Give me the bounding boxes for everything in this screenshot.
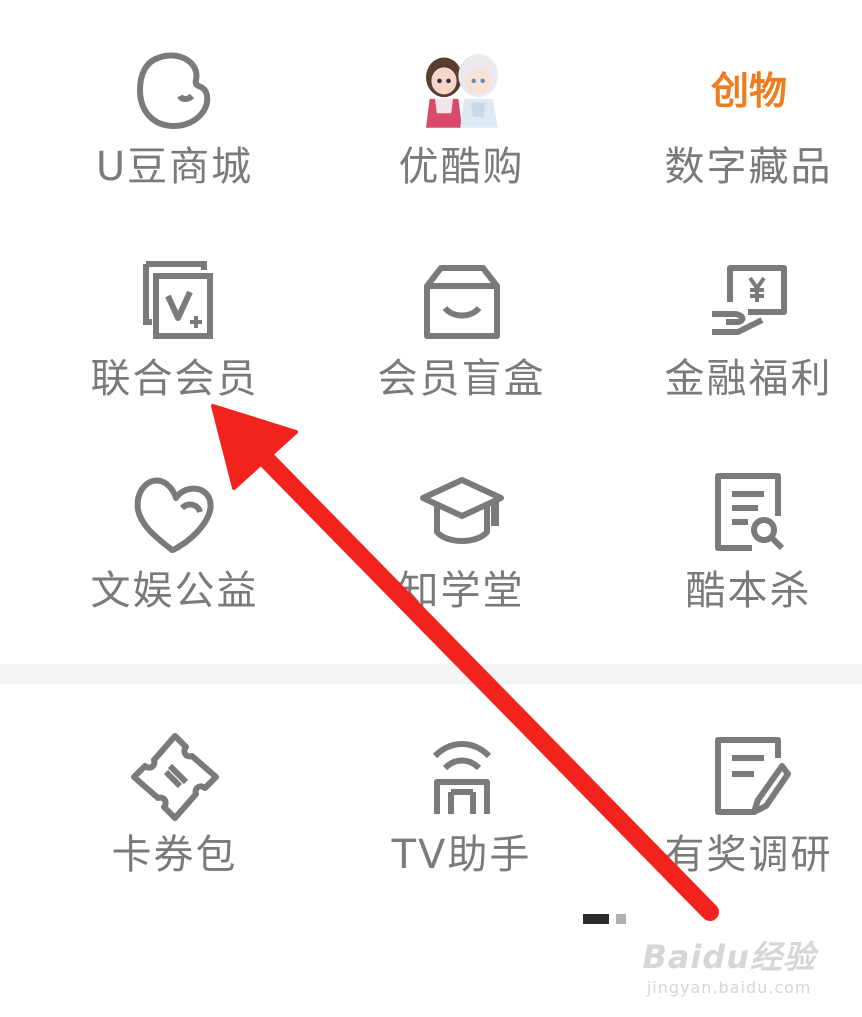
watermark-main: Baidu经验 [642,938,816,976]
grid-item-label: 卡券包 [111,832,238,878]
grid-item-label: 会员盲盒 [377,356,546,402]
blind-box-icon [417,256,507,346]
finance-icon [704,256,794,346]
grid-item-u-bean-mall[interactable]: U豆商城 [31,14,318,226]
joint-vip-icon [130,256,220,346]
ticket-icon [130,732,220,822]
grid-item-joint-vip[interactable]: 联合会员 [31,226,318,438]
grid-item-label: 文娱公益 [90,568,259,614]
watermark-sub: jingyan.baidu.com [646,978,812,997]
page-dot[interactable] [616,914,626,924]
grid-item-paid-survey[interactable]: 有奖调研 [605,702,862,914]
page-dot-active[interactable] [583,914,609,924]
grid-item-label: TV助手 [391,832,532,878]
u-bean-icon [130,44,220,134]
grid-item-label: 金融福利 [664,356,833,402]
grid-item-label: 有奖调研 [664,832,833,878]
grid-item-tv-assistant[interactable]: TV助手 [318,702,605,914]
grid-item-ku-script-kill[interactable]: 酷本杀 [605,438,862,650]
grid-item-label: 优酷购 [398,144,525,190]
section-divider [0,664,862,684]
grid-item-label: 数字藏品 [664,144,833,190]
survey-edit-icon [704,732,794,822]
graduation-cap-icon [417,468,507,558]
grid-item-label: 知学堂 [398,568,525,614]
grid-item-coupon-wallet[interactable]: 卡券包 [31,702,318,914]
tv-assistant-icon [417,732,507,822]
grid-item-knowledge-hall[interactable]: 知学堂 [318,438,605,650]
grid-item-label: 酷本杀 [685,568,812,614]
svg-text:创物: 创物 [710,69,786,113]
baidu-jingyan-watermark: Baidu经验 jingyan.baidu.com [642,932,816,997]
grid-item-entertainment-charity[interactable]: 文娱公益 [31,438,318,650]
grid-item-label: 联合会员 [90,356,259,402]
cartoon-couple-icon [417,44,507,134]
chuangwu-logo-icon: 创物 [704,44,794,134]
grid-item-label: U豆商城 [95,144,254,190]
grid-item-digital-collectibles[interactable]: 创物 数字藏品 [605,14,862,226]
grid-item-youku-shop[interactable]: 优酷购 [318,14,605,226]
grid-item-vip-blind-box[interactable]: 会员盲盒 [318,226,605,438]
grid-item-finance-welfare[interactable]: 金融福利 [605,226,862,438]
script-search-icon [704,468,794,558]
charity-heart-icon [130,468,220,558]
